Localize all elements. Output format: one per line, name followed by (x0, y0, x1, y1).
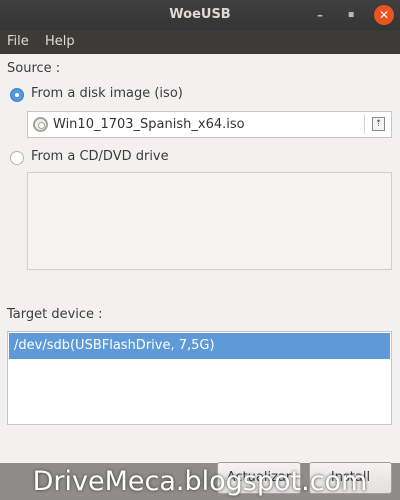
radio-cd-dvd[interactable] (10, 151, 24, 165)
list-item-target-device[interactable]: /dev/sdb(USBFlashDrive, 7,5G) (9, 333, 390, 359)
target-heading: Target device : (7, 307, 103, 322)
document-open-icon[interactable]: ⇡ (372, 117, 385, 131)
menu-help[interactable]: Help (45, 34, 75, 49)
radio-disk-image-label[interactable]: From a disk image (iso) (31, 86, 183, 101)
maximize-icon[interactable]: ◾ (340, 4, 362, 26)
cd-drive-list[interactable] (27, 172, 392, 270)
iso-file-chooser[interactable]: Win10_1703_Spanish_x64.iso ⇡ (27, 111, 392, 138)
menu-bar: File Help (0, 30, 400, 54)
title-bar: WoeUSB – ◾ ✕ (0, 0, 400, 30)
watermark: DriveMeca.blogspot.com (32, 466, 368, 497)
close-icon[interactable]: ✕ (374, 5, 394, 25)
iso-file-name: Win10_1703_Spanish_x64.iso (53, 117, 245, 132)
radio-cd-dvd-label[interactable]: From a CD/DVD drive (31, 149, 169, 164)
target-device-list[interactable]: /dev/sdb(USBFlashDrive, 7,5G) (7, 331, 392, 425)
source-heading: Source : (7, 61, 61, 76)
file-chooser-divider (364, 115, 365, 134)
minimize-icon[interactable]: – (309, 4, 331, 26)
disc-image-icon (33, 117, 48, 132)
radio-disk-image[interactable] (10, 88, 24, 102)
menu-file[interactable]: File (7, 34, 29, 49)
